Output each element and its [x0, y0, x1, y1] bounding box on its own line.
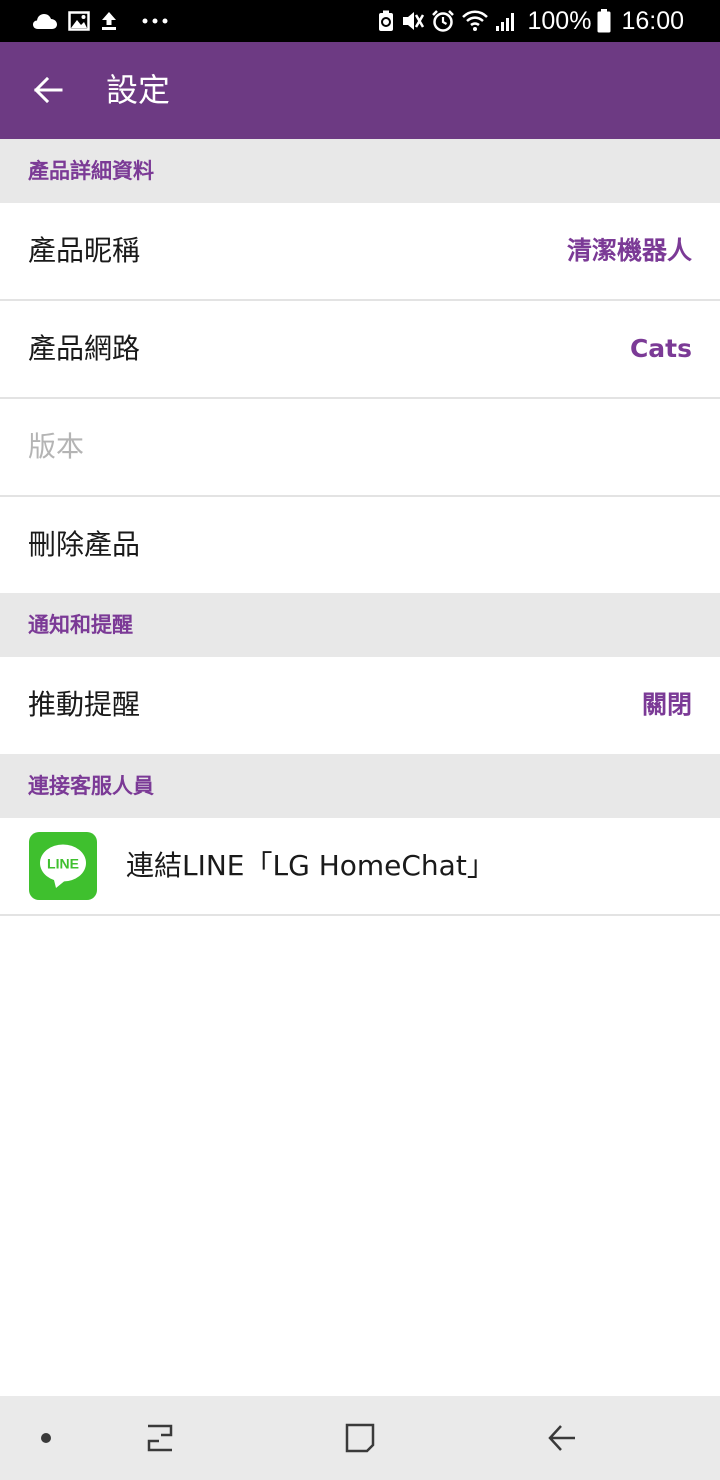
- row-value: 關閉: [641, 690, 692, 719]
- row-product-network[interactable]: 產品網路 Cats: [0, 301, 720, 399]
- recycle-icon: [377, 10, 395, 32]
- section-title: 產品詳細資料: [28, 159, 154, 183]
- wifi-icon: [461, 10, 489, 32]
- app-bar: 設定: [0, 42, 720, 139]
- row-value: Cats: [629, 334, 692, 363]
- cloud-icon: [32, 12, 58, 30]
- back-button[interactable]: [24, 68, 72, 116]
- upload-icon: [100, 11, 118, 31]
- battery-percent: 100%: [527, 7, 592, 35]
- alarm-icon: [431, 9, 455, 33]
- status-bar: 100% 16:00: [0, 0, 720, 42]
- more-icon: [142, 18, 168, 24]
- row-value: 清潔機器人: [566, 236, 692, 265]
- image-icon: [68, 11, 90, 31]
- clock: 16:00: [621, 7, 684, 35]
- row-label: 產品網路: [28, 332, 141, 365]
- line-app-icon: LINE: [29, 832, 97, 900]
- section-header-notifications: 通知和提醒: [0, 593, 720, 657]
- battery-icon: [597, 9, 611, 33]
- row-label: 產品昵稱: [28, 234, 141, 267]
- section-header-customer-support: 連接客服人員: [0, 754, 720, 818]
- recent-apps-icon: [144, 1423, 176, 1453]
- row-line-homechat[interactable]: LINE 連結LINE「LG HomeChat」: [0, 818, 720, 916]
- section-header-product-details: 產品詳細資料: [0, 139, 720, 203]
- line-icon-text: LINE: [47, 856, 79, 872]
- recent-apps-button[interactable]: [130, 1396, 190, 1480]
- row-delete-product[interactable]: 刪除產品: [0, 497, 720, 593]
- row-label: 推動提醒: [28, 688, 141, 721]
- mute-icon: [401, 10, 425, 32]
- row-label: 連結LINE「LG HomeChat」: [126, 849, 495, 882]
- nav-dot-button[interactable]: [30, 1396, 62, 1480]
- back-icon: [547, 1423, 577, 1453]
- row-product-nickname[interactable]: 產品昵稱 清潔機器人: [0, 203, 720, 301]
- section-title: 連接客服人員: [28, 774, 154, 798]
- signal-icon: [495, 10, 517, 32]
- back-arrow-icon: [33, 76, 63, 107]
- row-version: 版本: [0, 399, 720, 497]
- status-right-icons: 100% 16:00: [377, 0, 684, 42]
- row-push-notification[interactable]: 推動提醒 關閉: [0, 657, 720, 753]
- section-title: 通知和提醒: [28, 613, 133, 637]
- row-label: 刪除產品: [28, 528, 141, 561]
- status-left-icons: [32, 0, 168, 42]
- home-icon: [344, 1422, 376, 1454]
- row-label: 版本: [28, 430, 85, 463]
- home-button[interactable]: [330, 1396, 390, 1480]
- dot-icon: [40, 1432, 52, 1444]
- back-nav-button[interactable]: [532, 1396, 592, 1480]
- page-title: 設定: [106, 71, 171, 109]
- navigation-bar: [0, 1396, 720, 1480]
